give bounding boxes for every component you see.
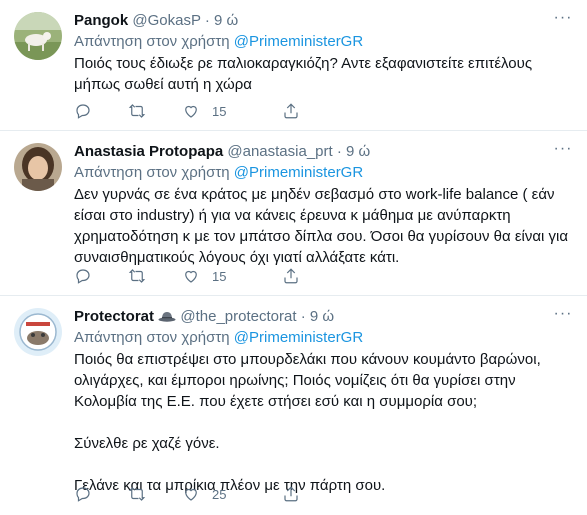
tweet[interactable]: Anastasia Protopapa @anastasia_prt · 9 ώ… <box>0 131 587 296</box>
like-count: 15 <box>212 103 227 119</box>
share-icon <box>284 268 298 284</box>
share-button[interactable] <box>282 485 382 503</box>
tweet-actions: 15 <box>74 101 382 121</box>
reply-mention-link[interactable]: @PrimeministerGR <box>234 33 363 50</box>
reply-icon <box>76 104 90 119</box>
tweet-header: Protectorat @the_protectorat · 9 ώ <box>74 307 569 327</box>
hat-badge-icon <box>158 308 180 325</box>
avatar[interactable] <box>14 12 62 60</box>
reply-prefix: Απάντηση στον χρήστη <box>74 164 230 181</box>
reply-button[interactable] <box>74 102 128 120</box>
share-icon <box>284 103 298 119</box>
separator-dot: · <box>300 308 306 325</box>
like-button[interactable]: 15 <box>182 102 282 120</box>
heart-icon <box>185 270 197 283</box>
like-count: 15 <box>212 268 227 284</box>
reply-prefix: Απάντηση στον χρήστη <box>74 33 230 50</box>
tweet-text: Ποιός τους έδιωξε ρε παλιοκαραγκιόζη? Αν… <box>74 53 569 95</box>
more-icon[interactable]: ··· <box>553 10 573 32</box>
avatar[interactable] <box>14 308 62 356</box>
retweet-button[interactable] <box>128 102 182 120</box>
tweet-header: Pangok @GokasP · 9 ώ <box>74 11 569 31</box>
timestamp[interactable]: 9 ώ <box>346 143 370 160</box>
share-icon <box>284 486 298 502</box>
retweet-button[interactable] <box>128 267 182 285</box>
like-button[interactable]: 25 <box>182 485 282 503</box>
heart-icon <box>185 105 197 118</box>
tweet[interactable]: Pangok @GokasP · 9 ώ Απάντηση στον χρήστ… <box>0 0 587 131</box>
author-handle[interactable]: @the_protectorat <box>180 308 296 325</box>
reply-mention-link[interactable]: @PrimeministerGR <box>234 164 363 181</box>
tweet-text: Ποιός θα επιστρέψει στο μπουρδελάκι που … <box>74 349 569 496</box>
tweet[interactable]: Protectorat @the_protectorat · 9 ώ Απάντ… <box>0 296 587 515</box>
reply-icon <box>76 269 90 284</box>
author-name[interactable]: Anastasia Protopapa <box>74 143 223 160</box>
tweet-actions: 15 <box>74 266 382 286</box>
more-icon[interactable]: ··· <box>553 141 573 163</box>
reply-button[interactable] <box>74 485 128 503</box>
author-handle[interactable]: @GokasP <box>132 12 200 29</box>
tweet-actions: 25 <box>74 484 382 504</box>
reply-icon <box>76 487 90 502</box>
timestamp[interactable]: 9 ώ <box>214 12 238 29</box>
tweet-paragraph: Ποιός θα επιστρέψει στο μπουρδελάκι που … <box>74 351 541 410</box>
author-name[interactable]: Protectorat <box>74 308 154 325</box>
avatar[interactable] <box>14 143 62 191</box>
tweet-paragraph: Σύνελθε ρε χαζέ γόνε. <box>74 435 220 452</box>
retweet-icon <box>128 487 146 501</box>
retweet-icon <box>128 104 146 118</box>
like-button[interactable]: 15 <box>182 267 282 285</box>
timestamp[interactable]: 9 ώ <box>310 308 334 325</box>
share-button[interactable] <box>282 267 382 285</box>
more-icon[interactable]: ··· <box>553 306 573 328</box>
tweet-paragraph: Ποιός τους έδιωξε ρε παλιοκαραγκιόζη? Αν… <box>74 55 533 93</box>
tweet-paragraph: Δεν γυρνάς σε ένα κράτος με μηδέν σεβασμ… <box>74 186 569 266</box>
retweet-button[interactable] <box>128 485 182 503</box>
author-handle[interactable]: @anastasia_prt <box>227 143 332 160</box>
reply-button[interactable] <box>74 267 128 285</box>
reply-context: Απάντηση στον χρήστη @PrimeministerGR <box>74 328 569 348</box>
share-button[interactable] <box>282 102 382 120</box>
like-count: 25 <box>212 486 227 502</box>
tweet-header: Anastasia Protopapa @anastasia_prt · 9 ώ <box>74 142 569 162</box>
separator-dot: · <box>336 143 342 160</box>
heart-icon <box>185 488 197 501</box>
retweet-icon <box>128 269 146 283</box>
reply-context: Απάντηση στον χρήστη @PrimeministerGR <box>74 32 569 52</box>
reply-context: Απάντηση στον χρήστη @PrimeministerGR <box>74 163 569 183</box>
tweet-text: Δεν γυρνάς σε ένα κράτος με μηδέν σεβασμ… <box>74 184 569 268</box>
author-name[interactable]: Pangok <box>74 12 128 29</box>
reply-mention-link[interactable]: @PrimeministerGR <box>234 329 363 346</box>
reply-prefix: Απάντηση στον χρήστη <box>74 329 230 346</box>
separator-dot: · <box>204 12 210 29</box>
